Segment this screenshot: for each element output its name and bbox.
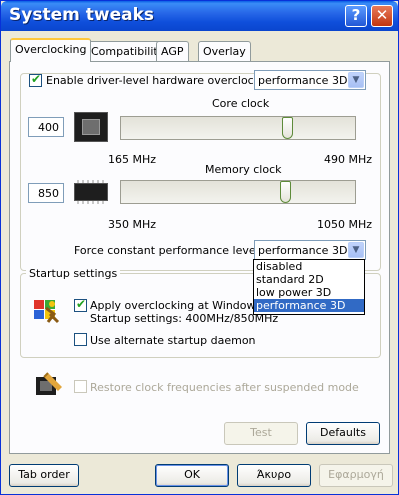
restore-clock-icon <box>36 372 62 395</box>
enable-overclocking-checkbox[interactable]: ✔ <box>29 72 42 87</box>
force-performance-select[interactable]: performance 3D ▼ <box>254 240 366 260</box>
core-clock-min: 165 MHz <box>108 153 157 166</box>
dropdown-option-selected[interactable]: performance 3D <box>254 299 364 312</box>
core-clock-label: Core clock <box>212 97 270 110</box>
test-button[interactable]: Test <box>224 422 298 445</box>
memory-chip-icon <box>74 180 108 204</box>
overclocking-mode-select[interactable]: performance 3D ▼ <box>254 70 366 90</box>
apply-button[interactable]: Εφαρμογή <box>319 464 393 487</box>
system-tweaks-window: System tweaks ? ✕ Overclocking Compatibi… <box>0 0 399 495</box>
overclocking-mode-value: performance 3D <box>258 74 348 87</box>
memory-clock-value: 850 <box>38 187 59 200</box>
close-button[interactable]: ✕ <box>371 5 393 27</box>
chevron-down-icon[interactable]: ▼ <box>348 242 364 258</box>
dropdown-option[interactable]: disabled <box>254 260 364 273</box>
startup-runner-icon <box>34 300 60 324</box>
title-bar[interactable]: System tweaks ? ✕ <box>1 1 398 31</box>
apply-at-startup-checkbox[interactable]: ✔ <box>74 297 87 312</box>
restore-clock-label: Restore clock frequencies after suspende… <box>90 381 359 394</box>
force-performance-value: performance 3D <box>258 244 348 257</box>
dropdown-option[interactable]: standard 2D <box>254 273 364 286</box>
tab-panel-overclocking: ✔ Enable driver-level hardware overclock… <box>9 61 390 454</box>
startup-settings-title: Startup settings <box>26 267 121 280</box>
gpu-chip-icon <box>74 112 108 142</box>
memory-clock-max: 1050 MHz <box>317 218 373 231</box>
defaults-button[interactable]: Defaults <box>306 422 380 445</box>
tab-agp[interactable]: AGP <box>156 41 189 61</box>
tab-order-button[interactable]: Tab order <box>9 464 79 487</box>
core-clock-slider-thumb[interactable] <box>282 117 293 139</box>
core-clock-input[interactable]: 400 <box>28 117 64 137</box>
core-clock-slider[interactable] <box>120 116 356 140</box>
ok-button[interactable]: OK <box>155 464 229 487</box>
alternate-daemon-checkbox[interactable] <box>74 333 87 346</box>
checkmark-icon: ✔ <box>76 297 87 311</box>
enable-overclocking-label: Enable driver-level hardware overclockin… <box>46 74 281 87</box>
chevron-down-icon[interactable]: ▼ <box>348 72 364 88</box>
checkmark-icon: ✔ <box>31 72 42 86</box>
memory-clock-input[interactable]: 850 <box>28 183 64 203</box>
core-clock-value: 400 <box>38 121 59 134</box>
alternate-daemon-label: Use alternate startup daemon <box>90 334 256 347</box>
startup-settings-text: Startup settings: 400MHz/850MHz <box>90 312 279 325</box>
memory-clock-label: Memory clock <box>205 163 282 176</box>
core-clock-max: 490 MHz <box>324 153 373 166</box>
window-title: System tweaks <box>9 5 154 25</box>
dropdown-option[interactable]: low power 3D <box>254 286 364 299</box>
tab-overlay[interactable]: Overlay <box>198 41 251 61</box>
help-button[interactable]: ? <box>345 5 367 27</box>
force-performance-dropdown-list[interactable]: disabled standard 2D low power 3D perfor… <box>253 259 365 315</box>
restore-clock-checkbox[interactable] <box>74 380 87 393</box>
memory-clock-slider-thumb[interactable] <box>280 181 291 203</box>
force-performance-label: Force constant performance level <box>74 244 259 257</box>
memory-clock-slider[interactable] <box>120 180 356 204</box>
cancel-button[interactable]: Άκυρο <box>237 464 311 487</box>
memory-clock-min: 350 MHz <box>108 218 157 231</box>
tab-overclocking[interactable]: Overclocking <box>10 38 92 62</box>
